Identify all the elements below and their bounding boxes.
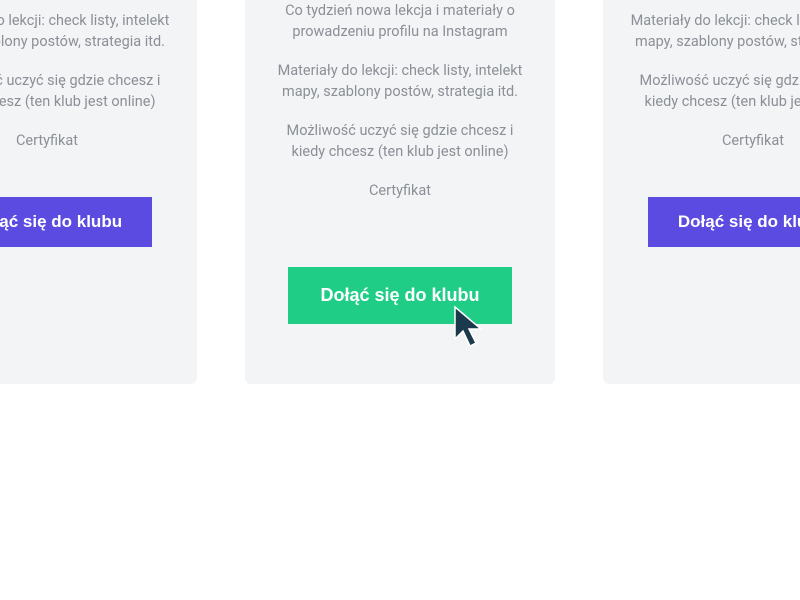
feature-text: Materiały do lekcji: check listy, intele… xyxy=(269,60,531,102)
feature-text: Możliwość uczyć się gdzie chcesz i kiedy… xyxy=(0,70,173,112)
feature-text: Możliwość uczyć się gdzie chcesz i kiedy… xyxy=(627,70,800,112)
pricing-cards-row: Materiały do lekcji: check listy, intele… xyxy=(0,0,800,384)
feature-text: Możliwość uczyć się gdzie chcesz i kiedy… xyxy=(269,120,531,162)
feature-text: Certyfikat xyxy=(627,130,800,151)
card-body: Materiały do lekcji: check listy, intele… xyxy=(0,10,173,169)
cta-wrap: Dołąć się do klubu xyxy=(288,267,511,324)
pricing-card-right: Materiały do lekcji: check listy, intele… xyxy=(603,0,800,384)
card-body: Co tydzień nowa lekcja i materiały o pro… xyxy=(269,0,531,219)
feature-text: Materiały do lekcji: check listy, intele… xyxy=(0,10,173,52)
cta-wrap: Dołąć się do klubu xyxy=(648,197,800,247)
join-club-button[interactable]: Dołąć się do klubu xyxy=(288,267,511,324)
feature-text: Certyfikat xyxy=(0,130,173,151)
join-club-button[interactable]: Dołąć się do klubu xyxy=(648,197,800,247)
pricing-card-center: Co tydzień nowa lekcja i materiały o pro… xyxy=(245,0,555,384)
pricing-card-left: Materiały do lekcji: check listy, intele… xyxy=(0,0,197,384)
join-club-button[interactable]: Dołąć się do klubu xyxy=(0,197,152,247)
feature-text: Materiały do lekcji: check listy, intele… xyxy=(627,10,800,52)
feature-text: Co tydzień nowa lekcja i materiały o pro… xyxy=(269,0,531,42)
card-body: Materiały do lekcji: check listy, intele… xyxy=(627,10,800,169)
feature-text: Certyfikat xyxy=(269,180,531,201)
cta-wrap: Dołąć się do klubu xyxy=(0,197,152,247)
